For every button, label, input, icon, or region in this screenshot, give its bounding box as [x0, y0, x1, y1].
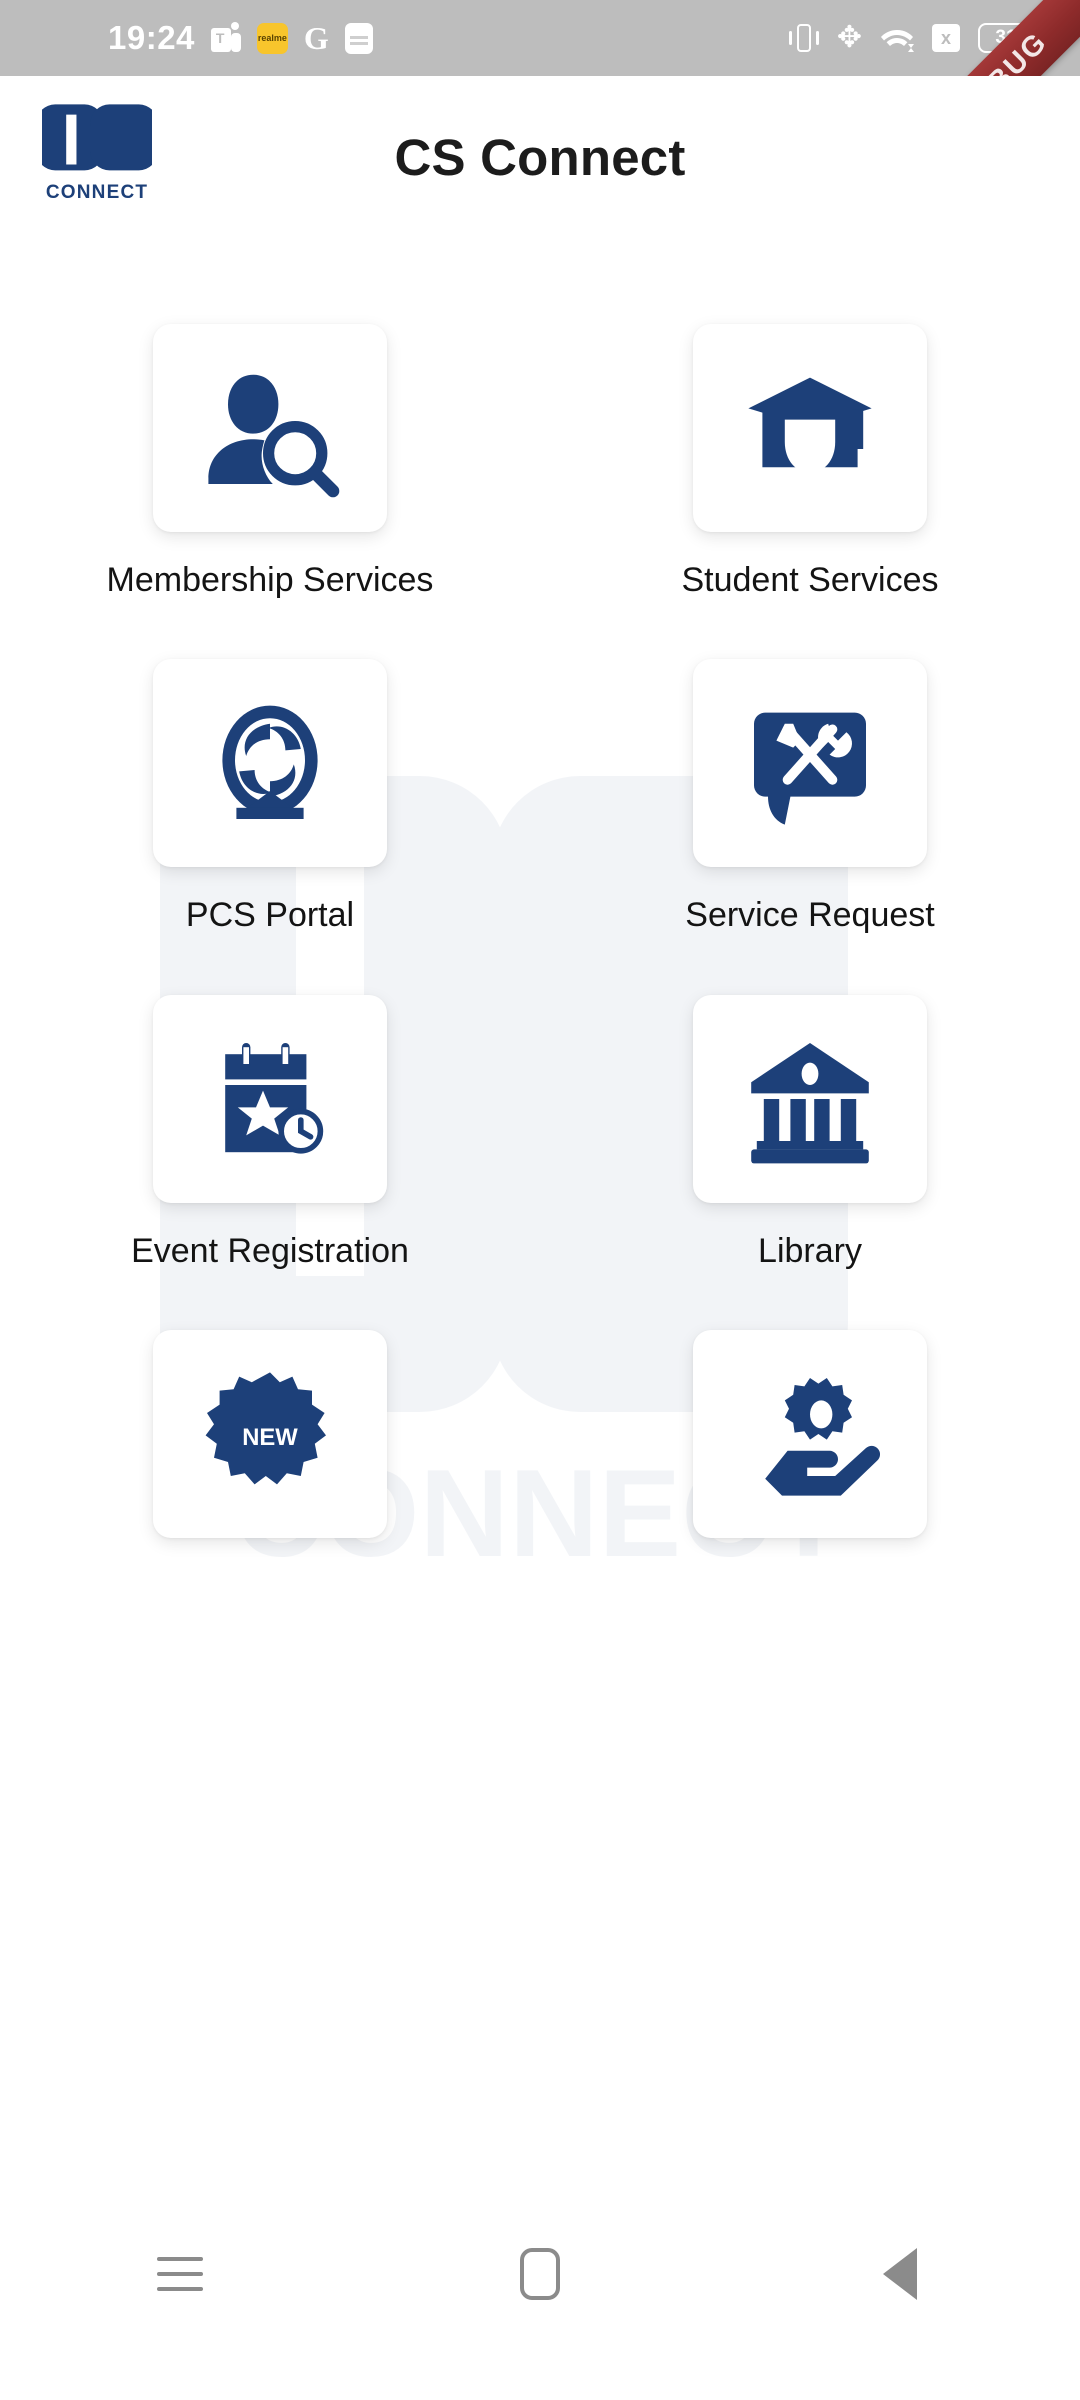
app-screen: CONNECT CONNECT CS Connect Membership Se… — [0, 76, 1080, 2328]
app-bar: CONNECT CS Connect — [0, 76, 1080, 266]
recents-button[interactable] — [110, 2220, 250, 2328]
person-search-icon — [208, 374, 340, 498]
system-nav-bar — [0, 2220, 1080, 2328]
grid-cell-membership-services[interactable]: Membership Services — [0, 266, 540, 601]
calendar-star-clock-icon — [225, 1042, 324, 1154]
tile-membership-services[interactable] — [153, 324, 387, 532]
tile-label: Service Request — [685, 896, 935, 935]
realme-icon: realme — [256, 22, 288, 54]
home-button[interactable] — [470, 2220, 610, 2328]
grid-cell-library[interactable]: Library — [540, 937, 1080, 1272]
tile-label: Event Registration — [131, 1231, 409, 1270]
tile-event-registration[interactable] — [153, 994, 387, 1203]
grid-cell-service-request[interactable]: Service Request — [540, 601, 1080, 936]
vibrate-icon — [788, 22, 819, 54]
graduation-cap-icon — [748, 377, 872, 473]
hand-gear-icon — [765, 1378, 880, 1497]
rounded-square-icon — [520, 2248, 560, 2300]
tile-label: PCS Portal — [185, 896, 355, 935]
tile-label: Student Services — [681, 561, 939, 599]
grid-cell-event-registration[interactable]: Event Registration — [0, 937, 540, 1272]
grid-cell-hand-gear[interactable] — [540, 1272, 1080, 1539]
triangle-left-icon — [883, 2248, 917, 2300]
page-title: CS Connect — [394, 129, 686, 186]
notification-card-icon — [344, 22, 373, 54]
bluetooth-icon: ✥ — [836, 21, 862, 54]
sim-disabled-icon: x — [932, 24, 960, 52]
new-badge-icon: NEW — [205, 1372, 326, 1485]
tile-label: Membership Services — [106, 561, 434, 599]
teams-icon — [210, 22, 241, 54]
tile-label: Library — [758, 1231, 862, 1270]
new-badge-text: NEW — [242, 1425, 298, 1452]
tile-pcs-portal[interactable] — [153, 659, 387, 868]
swirl-portal-icon — [222, 706, 318, 820]
grid-cell-pcs-portal[interactable]: PCS Portal — [0, 601, 540, 936]
hamburger-icon — [157, 2257, 203, 2291]
wifi-icon — [881, 30, 914, 52]
grid-cell-new-badge[interactable]: NEW — [0, 1272, 540, 1539]
chat-tools-icon — [754, 713, 866, 826]
status-bar-clock: 19:24 — [108, 19, 195, 56]
google-icon: G — [303, 20, 329, 56]
status-bar-left: 19:24 realme G — [108, 19, 373, 57]
tile-student-services[interactable] — [693, 324, 927, 532]
tile-library[interactable] — [693, 994, 927, 1203]
grid-cell-student-services[interactable]: Student Services — [540, 266, 1080, 601]
tile-service-request[interactable] — [693, 659, 927, 868]
status-bar: 19:24 realme G ✥ x 31 — [0, 0, 1080, 76]
classical-building-icon — [751, 1042, 869, 1164]
back-button[interactable] — [830, 2220, 970, 2328]
tile-hand-gear[interactable] — [693, 1330, 927, 1539]
services-grid: Membership Services Student Services PCS… — [0, 266, 1080, 1539]
tile-new-badge[interactable]: NEW — [153, 1330, 387, 1539]
